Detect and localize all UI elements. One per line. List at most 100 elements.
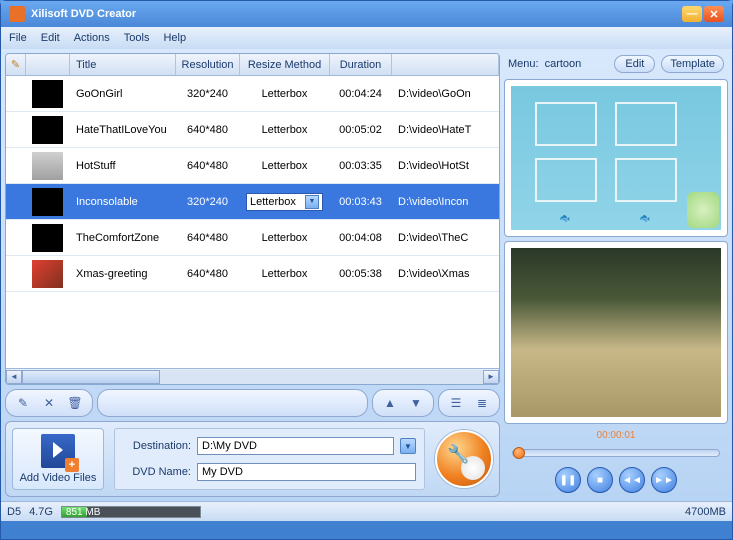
video-thumbnail	[32, 116, 63, 144]
menu-edit[interactable]: Edit	[41, 32, 60, 44]
view-detail-button[interactable]: ≣	[473, 394, 491, 412]
titlebar: Xilisoft DVD Creator — ✕	[1, 1, 732, 27]
edit-button[interactable]: ✎	[14, 394, 32, 412]
scroll-thumb[interactable]	[22, 370, 160, 384]
add-video-icon	[41, 434, 75, 468]
cell-path: D:\video\TheC	[392, 220, 499, 255]
video-preview[interactable]	[504, 241, 728, 424]
video-thumbnail	[32, 260, 63, 288]
scroll-right-icon[interactable]: ►	[483, 370, 499, 384]
menu-file[interactable]: File	[9, 32, 27, 44]
dvdname-label: DVD Name:	[123, 466, 191, 478]
cell-title: HotStuff	[70, 148, 176, 183]
menu-edit-button[interactable]: Edit	[614, 55, 655, 73]
trash-button[interactable]: 🗑	[66, 394, 84, 412]
destination-select[interactable]: D:\My DVD	[197, 437, 394, 455]
usage-bar: 851 MB	[61, 506, 201, 518]
cell-path: D:\video\Incon	[392, 184, 499, 219]
menu-name: cartoon	[545, 58, 582, 70]
player-time: 00:00:01	[504, 428, 728, 443]
horizontal-scrollbar[interactable]: ◄ ►	[6, 368, 499, 384]
video-thumbnail	[32, 152, 63, 180]
menu-template-button[interactable]: Template	[661, 55, 724, 73]
cell-resize: Letterbox	[240, 256, 330, 291]
stop-button[interactable]: ■	[587, 467, 613, 493]
col-duration[interactable]: Duration	[330, 54, 392, 75]
destination-dropdown-icon[interactable]: ▼	[400, 438, 416, 454]
cell-title: HateThatILoveYou	[70, 112, 176, 147]
menu-tools[interactable]: Tools	[124, 32, 150, 44]
status-bar: D5 4.7G 851 MB 4700MB	[1, 501, 732, 521]
table-row[interactable]: Inconsolable320*240Letterbox▼00:03:43D:\…	[6, 184, 499, 220]
cell-resolution: 320*240	[176, 76, 240, 111]
cell-resize: Letterbox	[240, 76, 330, 111]
add-video-label: Add Video Files	[20, 472, 97, 484]
move-down-button[interactable]: ▼	[407, 394, 425, 412]
cell-path: D:\video\GoOn	[392, 76, 499, 111]
list-toolbar: ✎ ✕ 🗑 ▲ ▼ ☰ ≣	[5, 389, 500, 417]
cell-path: D:\video\HateT	[392, 112, 499, 147]
table-row[interactable]: GoOnGirl320*240Letterbox00:04:24D:\video…	[6, 76, 499, 112]
cell-title: TheComfortZone	[70, 220, 176, 255]
cell-resolution: 640*480	[176, 148, 240, 183]
seek-knob[interactable]	[513, 447, 525, 459]
menu-preview[interactable]: 🐟 🐟	[504, 79, 728, 237]
cell-duration: 00:05:02	[330, 112, 392, 147]
table-header: ✎ Title Resolution Resize Method Duratio…	[6, 54, 499, 76]
burn-button[interactable]	[435, 430, 493, 488]
cell-resolution: 640*480	[176, 256, 240, 291]
cell-resize: Letterbox	[240, 148, 330, 183]
move-up-button[interactable]: ▲	[381, 394, 399, 412]
cell-resolution: 640*480	[176, 112, 240, 147]
cell-resize: Letterbox	[240, 112, 330, 147]
minimize-button[interactable]: —	[682, 6, 702, 22]
prev-button[interactable]: ◄◄	[619, 467, 645, 493]
table-row[interactable]: Xmas-greeting640*480Letterbox00:05:38D:\…	[6, 256, 499, 292]
close-button[interactable]: ✕	[704, 6, 724, 22]
usage-used: 851 MB	[66, 507, 100, 518]
edit-column-icon: ✎	[6, 54, 26, 75]
view-list-button[interactable]: ☰	[447, 394, 465, 412]
dvdname-input[interactable]: My DVD	[197, 463, 416, 481]
menu-actions[interactable]: Actions	[74, 32, 110, 44]
table-row[interactable]: HotStuff640*480Letterbox00:03:35D:\video…	[6, 148, 499, 184]
col-resize[interactable]: Resize Method	[240, 54, 330, 75]
cell-title: GoOnGirl	[70, 76, 176, 111]
col-resolution[interactable]: Resolution	[176, 54, 240, 75]
next-button[interactable]: ►►	[651, 467, 677, 493]
cell-resolution: 640*480	[176, 220, 240, 255]
col-title[interactable]: Title	[70, 54, 176, 75]
app-title: Xilisoft DVD Creator	[31, 8, 136, 20]
table-row[interactable]: TheComfortZone640*480Letterbox00:04:08D:…	[6, 220, 499, 256]
chevron-down-icon[interactable]: ▼	[305, 195, 319, 209]
menubar: File Edit Actions Tools Help	[1, 27, 732, 49]
player-controls: ❚❚ ■ ◄◄ ►►	[504, 463, 728, 497]
usage-total: 4700MB	[685, 506, 726, 518]
player-seekbar[interactable]	[512, 449, 720, 457]
delete-button[interactable]: ✕	[40, 394, 58, 412]
cell-duration: 00:05:38	[330, 256, 392, 291]
scroll-left-icon[interactable]: ◄	[6, 370, 22, 384]
output-panel: Add Video Files Destination: D:\My DVD ▼…	[5, 421, 500, 497]
cell-duration: 00:03:35	[330, 148, 392, 183]
cell-title: Xmas-greeting	[70, 256, 176, 291]
resize-dropdown[interactable]: Letterbox▼	[246, 193, 323, 211]
add-video-button[interactable]: Add Video Files	[12, 428, 104, 490]
video-thumbnail	[32, 80, 63, 108]
video-thumbnail	[32, 224, 63, 252]
cell-resize: Letterbox	[240, 220, 330, 255]
cell-resolution: 320*240	[176, 184, 240, 219]
destination-label: Destination:	[123, 440, 191, 452]
table-row[interactable]: HateThatILoveYou640*480Letterbox00:05:02…	[6, 112, 499, 148]
video-thumbnail	[32, 188, 63, 216]
cell-resize: Letterbox▼	[240, 184, 330, 219]
cell-duration: 00:04:08	[330, 220, 392, 255]
menu-help[interactable]: Help	[163, 32, 186, 44]
disc-capacity: 4.7G	[29, 506, 53, 518]
video-table: ✎ Title Resolution Resize Method Duratio…	[5, 53, 500, 385]
cell-title: Inconsolable	[70, 184, 176, 219]
cell-path: D:\video\HotSt	[392, 148, 499, 183]
disc-type: D5	[7, 506, 21, 518]
app-icon	[9, 6, 25, 22]
pause-button[interactable]: ❚❚	[555, 467, 581, 493]
